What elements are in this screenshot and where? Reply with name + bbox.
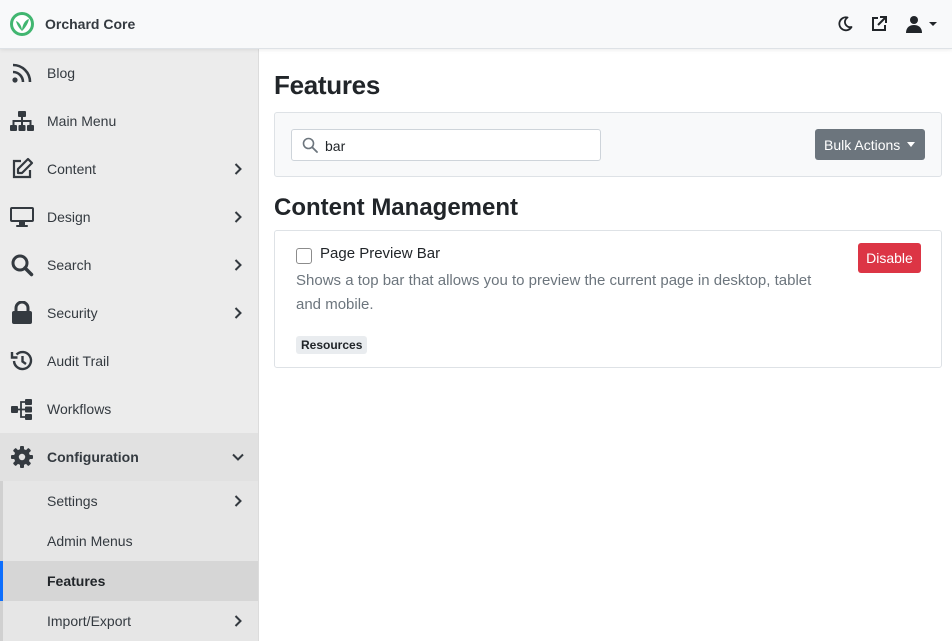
bulk-actions-button[interactable]: Bulk Actions bbox=[815, 129, 925, 160]
caret-down-icon bbox=[907, 142, 915, 147]
edit-icon bbox=[9, 156, 35, 182]
sidebar-item-label: Settings bbox=[47, 493, 98, 509]
sidebar-item-import-export[interactable]: Import/Export bbox=[3, 601, 258, 641]
sidebar-item-label: Configuration bbox=[47, 449, 139, 465]
workflow-icon bbox=[9, 396, 35, 422]
lock-icon bbox=[9, 300, 35, 326]
sidebar-item-search[interactable]: Search bbox=[0, 241, 258, 289]
chevron-down-icon bbox=[232, 451, 244, 463]
chevron-right-icon bbox=[232, 615, 244, 627]
sidebar-item-blog[interactable]: Blog bbox=[0, 49, 258, 97]
sidebar-item-label: Features bbox=[47, 573, 106, 589]
feature-description: Shows a top bar that allows you to previ… bbox=[296, 272, 812, 313]
orchard-core-logo-icon bbox=[10, 12, 34, 36]
visit-site-button[interactable] bbox=[866, 9, 892, 39]
sidebar-item-admin-menus[interactable]: Admin Menus bbox=[3, 521, 258, 561]
sidebar-item-audit-trail[interactable]: Audit Trail bbox=[0, 337, 258, 385]
admin-sidebar: Blog Main Menu Content Design Search Sec… bbox=[0, 49, 259, 641]
section-title: Content Management bbox=[274, 194, 519, 221]
sidebar-item-label: Workflows bbox=[47, 401, 112, 417]
disable-button[interactable]: Disable bbox=[858, 243, 921, 273]
bulk-actions-label: Bulk Actions bbox=[824, 136, 901, 153]
sidebar-item-label: Design bbox=[47, 209, 91, 225]
sidebar-item-label: Blog bbox=[47, 65, 76, 81]
page-title: Features bbox=[274, 70, 380, 100]
brand-title: Orchard Core bbox=[45, 16, 136, 32]
monitor-icon bbox=[9, 204, 35, 230]
sidebar-item-security[interactable]: Security bbox=[0, 289, 258, 337]
search-icon bbox=[302, 137, 318, 153]
sidebar-item-label: Import/Export bbox=[47, 613, 132, 629]
feature-checkbox[interactable] bbox=[296, 248, 312, 264]
rss-icon bbox=[9, 60, 35, 86]
feature-card: Page Preview Bar Shows a top bar that al… bbox=[274, 230, 942, 368]
history-icon bbox=[9, 348, 35, 374]
sidebar-item-content[interactable]: Content bbox=[0, 145, 258, 193]
sidebar-item-features[interactable]: Features bbox=[0, 561, 258, 601]
sidebar-item-main-menu[interactable]: Main Menu bbox=[0, 97, 258, 145]
sidebar-item-label: Content bbox=[47, 161, 97, 177]
theme-toggle-button[interactable] bbox=[832, 9, 858, 39]
feature-category-badge: Resources bbox=[296, 336, 368, 354]
chevron-right-icon bbox=[232, 163, 244, 175]
chevron-right-icon bbox=[232, 495, 244, 507]
user-menu-button[interactable] bbox=[902, 9, 942, 39]
gear-icon bbox=[9, 444, 35, 470]
search-input[interactable] bbox=[325, 136, 585, 156]
chevron-right-icon bbox=[232, 259, 244, 271]
search-icon bbox=[9, 252, 35, 278]
brand-link[interactable]: Orchard Core bbox=[9, 11, 135, 37]
configuration-submenu: Settings Admin Menus Features Import/Exp… bbox=[0, 481, 258, 641]
sidebar-item-workflows[interactable]: Workflows bbox=[0, 385, 258, 433]
top-navbar: Orchard Core bbox=[0, 0, 952, 49]
sitemap-icon bbox=[9, 108, 35, 134]
chevron-right-icon bbox=[232, 307, 244, 319]
top-actions bbox=[832, 0, 942, 48]
sidebar-item-design[interactable]: Design bbox=[0, 193, 258, 241]
user-icon bbox=[906, 16, 922, 33]
caret-down-icon bbox=[929, 22, 937, 26]
sidebar-item-label: Search bbox=[47, 257, 92, 273]
search-box[interactable] bbox=[291, 129, 601, 161]
moon-icon bbox=[838, 16, 853, 32]
external-link-icon bbox=[872, 16, 887, 31]
filter-bar: Bulk Actions bbox=[274, 112, 942, 177]
sidebar-item-configuration[interactable]: Configuration bbox=[0, 433, 258, 481]
sidebar-item-settings[interactable]: Settings bbox=[3, 481, 258, 521]
sidebar-item-label: Audit Trail bbox=[47, 353, 110, 369]
sidebar-item-label: Security bbox=[47, 305, 98, 321]
chevron-right-icon bbox=[232, 211, 244, 223]
sidebar-item-label: Admin Menus bbox=[47, 533, 133, 549]
sidebar-item-label: Main Menu bbox=[47, 113, 117, 129]
feature-name: Page Preview Bar bbox=[320, 245, 441, 262]
